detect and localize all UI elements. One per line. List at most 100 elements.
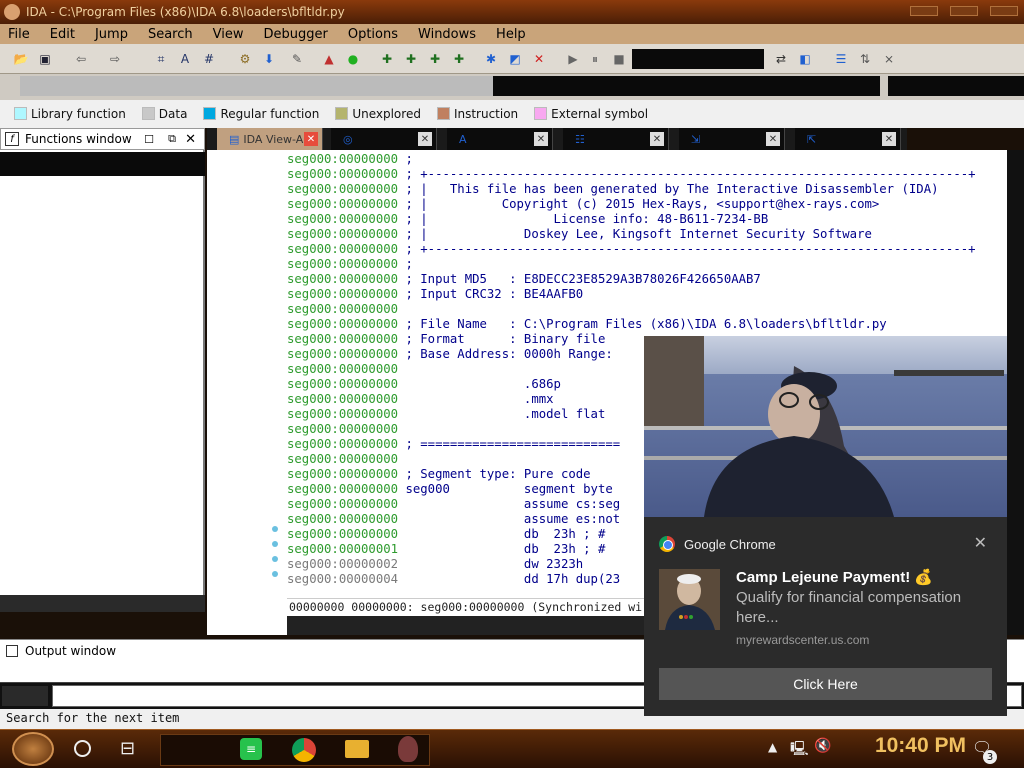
disasm-line[interactable]: seg000:00000000 ; | This file has been g… — [287, 182, 1007, 197]
tab-ida-view-a[interactable]: ▤ IDA View-A ✕ — [217, 128, 323, 150]
menu-debugger[interactable]: Debugger — [263, 27, 327, 42]
task-view-icon[interactable]: ⊟ — [120, 738, 135, 759]
text-search-icon[interactable]: A — [176, 50, 194, 68]
open-icon[interactable]: 📂 — [12, 50, 30, 68]
attach-icon[interactable]: ⇄ — [772, 50, 790, 68]
navigation-bar[interactable] — [20, 76, 880, 96]
close-tab-icon[interactable]: ✕ — [304, 132, 318, 146]
click-here-button[interactable]: Click Here — [659, 668, 992, 700]
data-icon[interactable]: ✚ — [402, 50, 420, 68]
start-button-icon[interactable] — [12, 732, 54, 766]
array-icon[interactable]: ◩ — [506, 50, 524, 68]
script-icon[interactable]: ✎ — [288, 50, 306, 68]
functions-list[interactable] — [0, 150, 205, 612]
line-text: .model flat — [405, 407, 606, 421]
save-icon[interactable]: ▣ — [36, 50, 54, 68]
close-button[interactable] — [990, 6, 1018, 16]
disasm-line[interactable]: seg000:00000000 ; — [287, 257, 1007, 272]
notes-app-icon[interactable]: ≡ — [240, 738, 262, 760]
ascii-icon[interactable]: ✚ — [426, 50, 444, 68]
float-pane-icon[interactable]: ⧉ — [168, 132, 176, 146]
line-address: seg000:00000000 — [287, 482, 399, 496]
close-tab-icon[interactable]: ✕ — [882, 132, 896, 146]
minimize-button[interactable] — [910, 6, 938, 16]
disasm-line[interactable]: seg000:00000000 ; +---------------------… — [287, 167, 1007, 182]
breakpoints-icon[interactable]: ☰ — [832, 50, 850, 68]
line-address: seg000:00000000 — [287, 272, 399, 286]
structures-icon: A — [459, 132, 467, 146]
warning-icon[interactable]: ▲ — [320, 50, 338, 68]
struct-icon[interactable]: ✚ — [450, 50, 468, 68]
maximize-button[interactable] — [950, 6, 978, 16]
binary-search-icon[interactable]: ⌗ — [152, 50, 170, 68]
jump-down-icon[interactable]: ⬇ — [260, 50, 278, 68]
debug-window-icon[interactable]: ◧ — [796, 50, 814, 68]
disassembly-vertical-scrollbar[interactable] — [1007, 150, 1024, 635]
menu-file[interactable]: File — [8, 27, 30, 42]
tracing-icon[interactable]: ⇅ — [856, 50, 874, 68]
close-pane-icon[interactable]: ✕ — [185, 132, 196, 147]
notification-count-badge: 3 — [983, 750, 997, 764]
tab-structures[interactable]: A ✕ — [447, 128, 553, 150]
line-text: ; | Doskey Lee, Kingsoft Internet Securi… — [405, 227, 872, 241]
maximize-pane-icon[interactable]: ☐ — [144, 133, 154, 146]
debugger-select[interactable] — [632, 49, 764, 69]
file-explorer-icon[interactable] — [345, 740, 369, 758]
legend-library-function: Library function — [14, 107, 126, 121]
menu-edit[interactable]: Edit — [50, 27, 75, 42]
close-tab-icon[interactable]: ✕ — [418, 132, 432, 146]
line-address: seg000:00000000 — [287, 407, 399, 421]
menu-view[interactable]: View — [213, 27, 244, 42]
cross-ref-icon[interactable]: ✱ — [482, 50, 500, 68]
navigation-band[interactable] — [0, 74, 1024, 100]
legend-external-symbol: External symbol — [534, 107, 648, 121]
disasm-line[interactable]: seg000:00000000 ; File Name : C:\Program… — [287, 317, 1007, 332]
chrome-icon[interactable] — [292, 738, 316, 762]
navigation-combo[interactable] — [888, 76, 1024, 96]
disasm-line[interactable]: seg000:00000000 ; Input CRC32 : BE4AAFB0 — [287, 287, 1007, 302]
disasm-line[interactable]: seg000:00000000 ; | Copyright (c) 2015 H… — [287, 197, 1007, 212]
menu-windows[interactable]: Windows — [418, 27, 476, 42]
disasm-line[interactable]: seg000:00000000 ; +---------------------… — [287, 242, 1007, 257]
code-icon[interactable]: ✚ — [378, 50, 396, 68]
clear-trace-icon[interactable]: ⨯ — [880, 50, 898, 68]
back-icon[interactable]: ⇦ — [72, 50, 90, 68]
disasm-line[interactable]: seg000:00000000 ; Input MD5 : E8DECC23E8… — [287, 272, 1007, 287]
stop-debug-icon[interactable]: ■ — [610, 50, 628, 68]
network-icon[interactable]: 🖳 — [790, 738, 809, 762]
close-tab-icon[interactable]: ✕ — [534, 132, 548, 146]
chrome-notification[interactable]: Google Chrome ✕ Camp Lejeune Payment! 💰 … — [644, 517, 1007, 716]
close-tab-icon[interactable]: ✕ — [650, 132, 664, 146]
start-debug-icon[interactable]: ▶ — [564, 50, 582, 68]
functions-scrollbar[interactable] — [0, 595, 205, 612]
forward-icon[interactable]: ⇨ — [106, 50, 124, 68]
disassembly-horizontal-scrollbar[interactable] — [287, 616, 645, 635]
title-bar: IDA - C:\Program Files (x86)\IDA 6.8\loa… — [0, 0, 1024, 24]
volume-muted-icon[interactable]: 🔇 — [814, 738, 831, 754]
taskbar-clock[interactable]: 10:40 PM — [875, 734, 966, 758]
menu-options[interactable]: Options — [348, 27, 398, 42]
ida-taskbar-icon[interactable] — [398, 736, 418, 762]
tab-exports[interactable]: ⇱ ✕ — [795, 128, 901, 150]
pause-debug-icon[interactable]: ⏸ — [586, 50, 604, 68]
menu-search[interactable]: Search — [148, 27, 193, 42]
disasm-line[interactable]: seg000:00000000 ; | Doskey Lee, Kingsoft… — [287, 227, 1007, 242]
disasm-line[interactable]: seg000:00000000 — [287, 302, 1007, 317]
delete-icon[interactable]: ✕ — [530, 50, 548, 68]
notification-close-icon[interactable]: ✕ — [974, 533, 987, 553]
tab-hex-view[interactable]: ◎ ✕ — [331, 128, 437, 150]
immediate-search-icon[interactable]: # — [200, 50, 218, 68]
close-tab-icon[interactable]: ✕ — [766, 132, 780, 146]
disasm-line[interactable]: seg000:00000000 ; | License info: 48-B61… — [287, 212, 1007, 227]
green-circle-icon[interactable]: ● — [344, 50, 362, 68]
menu-help[interactable]: Help — [496, 27, 526, 42]
disasm-line[interactable]: seg000:00000000 ; — [287, 152, 1007, 167]
tab-imports[interactable]: ⇲ ✕ — [679, 128, 785, 150]
command-language-button[interactable] — [2, 686, 48, 706]
cortana-icon[interactable] — [74, 740, 91, 757]
notification-source: myrewardscenter.us.com — [736, 633, 870, 647]
tab-enums[interactable]: ☷ ✕ — [563, 128, 669, 150]
menu-jump[interactable]: Jump — [95, 27, 128, 42]
show-hidden-icons-icon[interactable]: ▲ — [768, 740, 777, 754]
steampunk-icon[interactable]: ⚙ — [236, 50, 254, 68]
